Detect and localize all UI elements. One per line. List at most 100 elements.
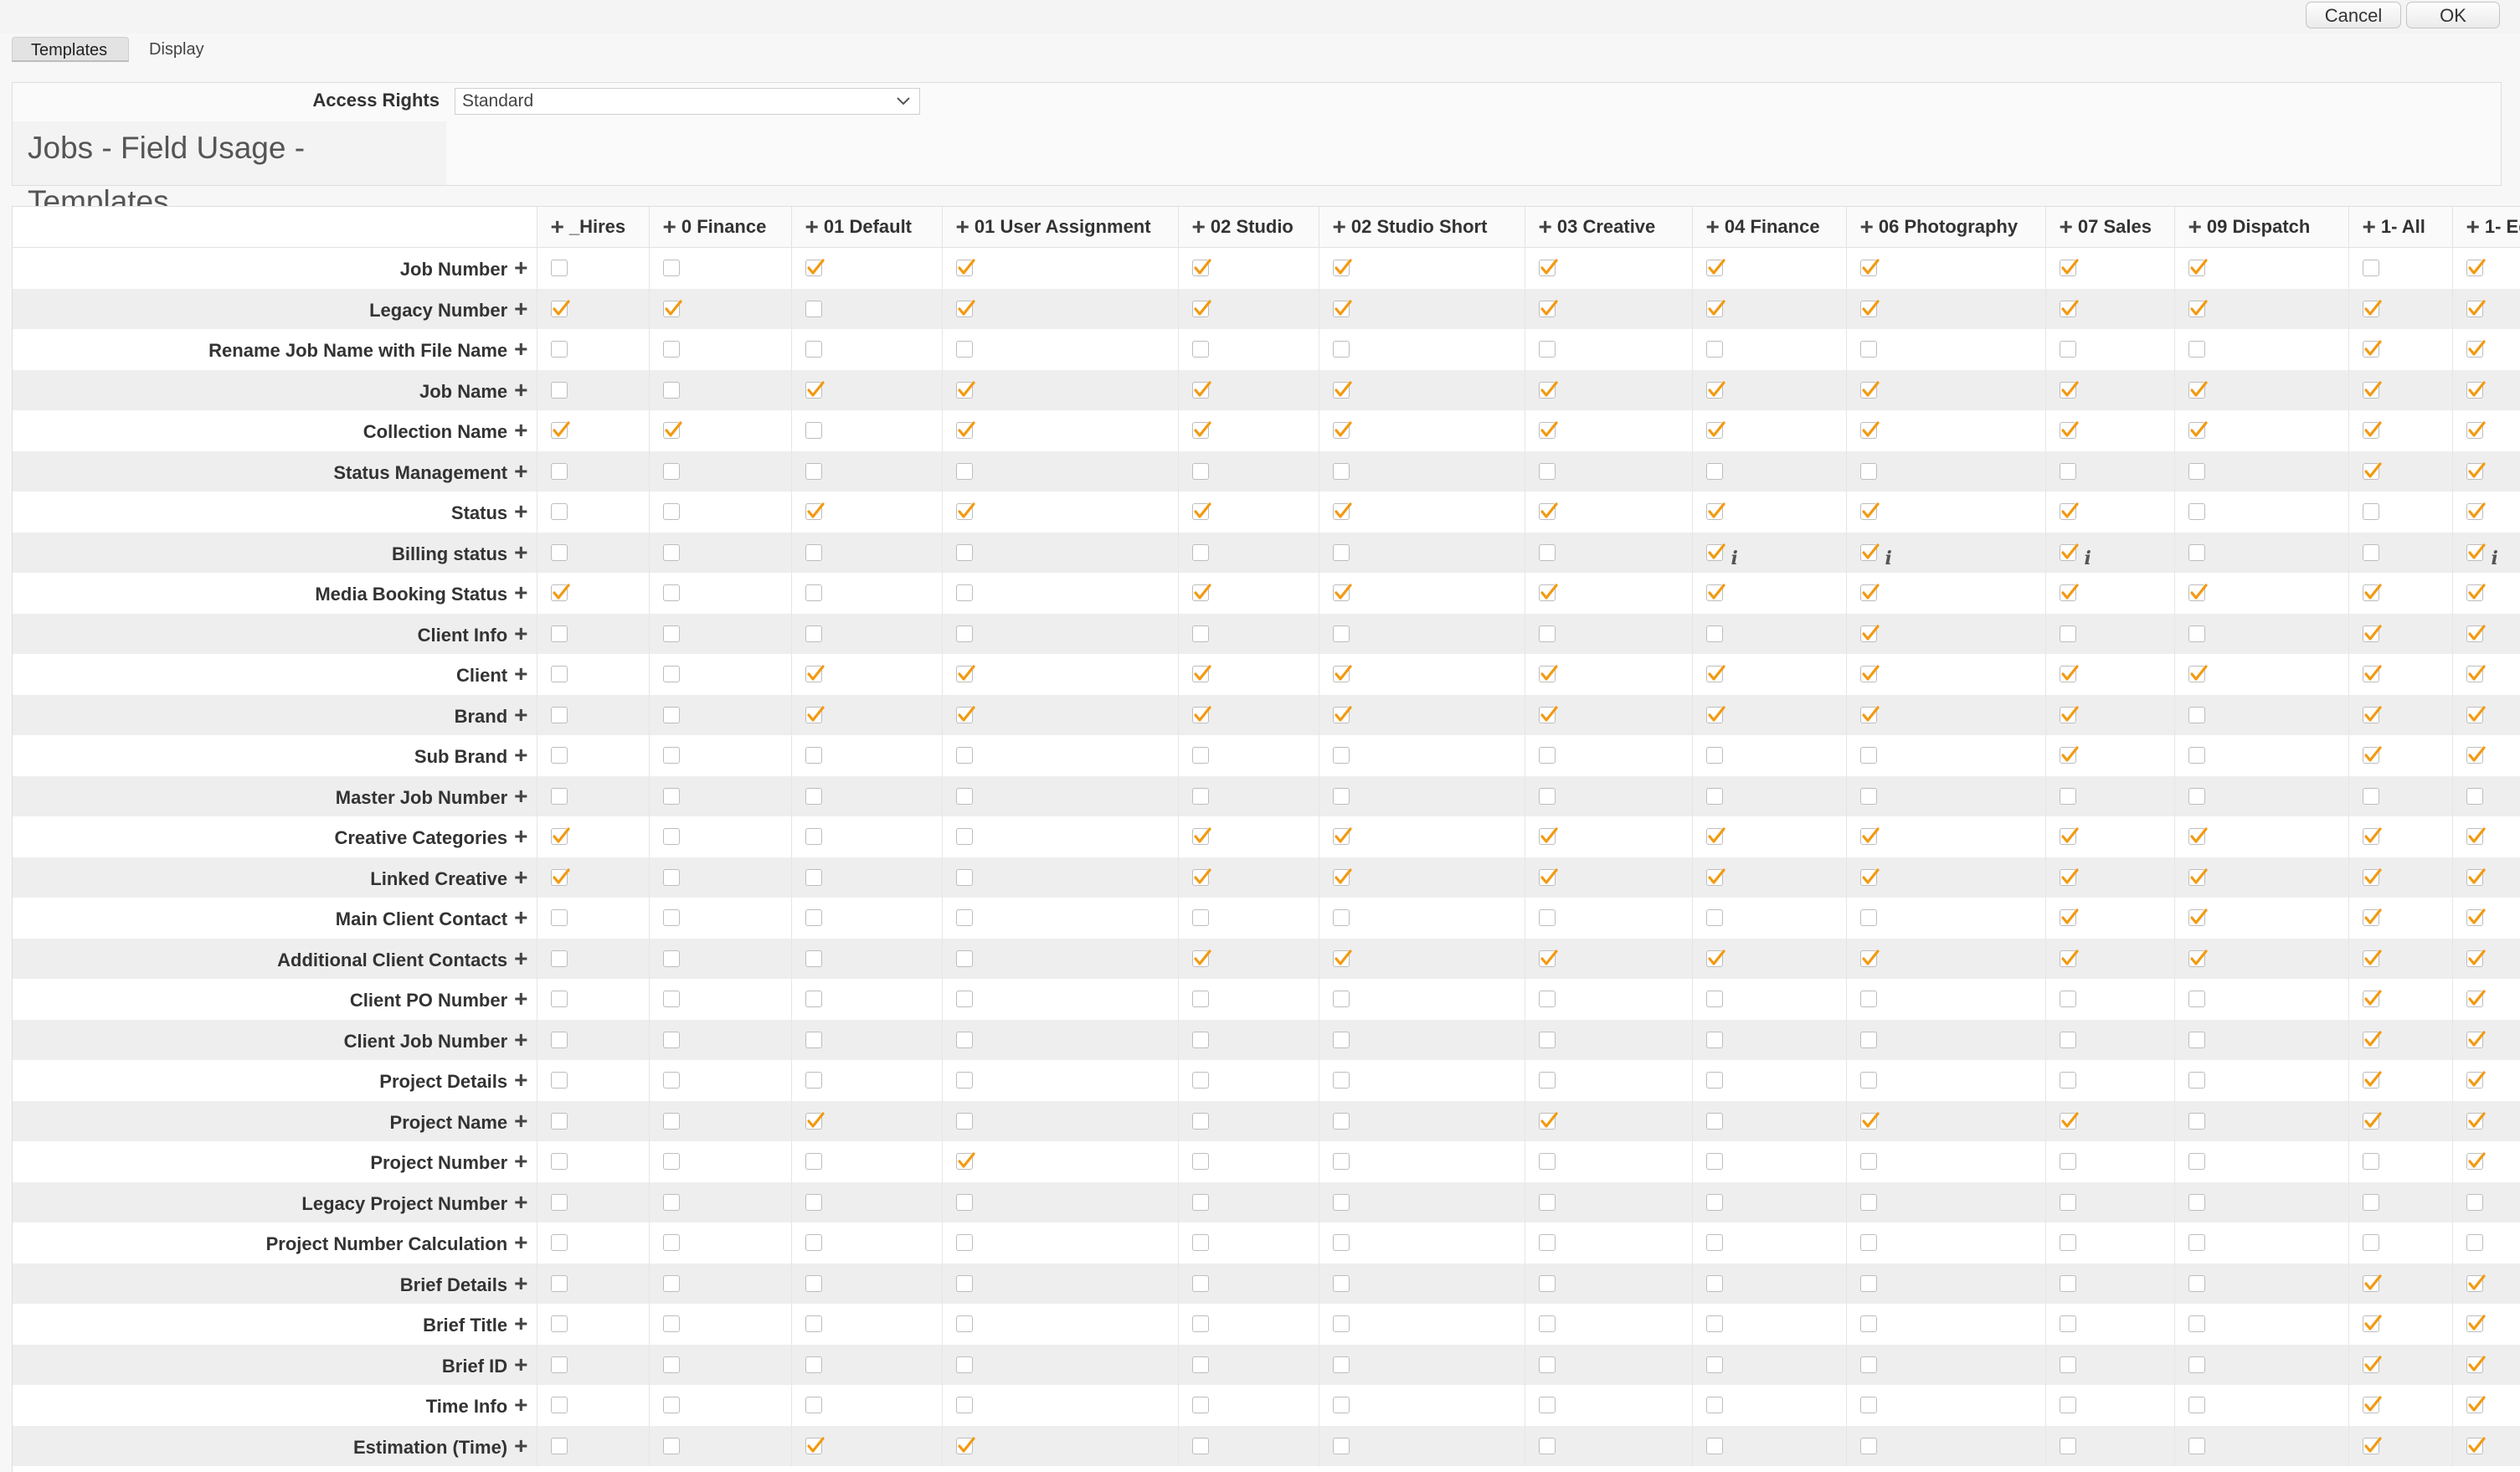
checkbox-unchecked[interactable] <box>1705 909 1723 927</box>
checkbox-checked[interactable] <box>2362 1315 2382 1333</box>
checkbox-unchecked[interactable] <box>1859 1274 1877 1292</box>
checkbox-checked[interactable] <box>2466 950 2486 967</box>
checkbox-checked[interactable] <box>1332 827 1352 846</box>
expand-plus-icon[interactable]: + <box>514 1229 527 1255</box>
checkbox-unchecked[interactable] <box>1705 1315 1723 1333</box>
checkbox-unchecked[interactable] <box>1332 1072 1350 1089</box>
checkbox-checked[interactable] <box>1538 868 1558 886</box>
column-header[interactable]: + _Hires <box>537 207 650 248</box>
checkbox-unchecked[interactable] <box>1191 1234 1209 1252</box>
checkbox-checked[interactable] <box>2188 908 2208 927</box>
checkbox-checked[interactable] <box>805 381 825 399</box>
checkbox-checked[interactable] <box>2466 1274 2486 1292</box>
checkbox-unchecked[interactable] <box>1538 1031 1556 1048</box>
checkbox-checked[interactable] <box>1191 259 1211 277</box>
checkbox-checked[interactable] <box>1705 950 1725 967</box>
checkbox-checked[interactable] <box>1191 300 1211 317</box>
checkbox-checked[interactable] <box>1859 950 1880 967</box>
checkbox-unchecked[interactable] <box>1332 625 1350 642</box>
checkbox-unchecked[interactable] <box>662 950 680 967</box>
checkbox-checked[interactable] <box>2188 950 2208 967</box>
checkbox-checked[interactable] <box>1859 259 1880 277</box>
checkbox-unchecked[interactable] <box>1538 1437 1556 1454</box>
checkbox-checked[interactable] <box>2362 908 2382 927</box>
checkbox-unchecked[interactable] <box>805 1072 822 1089</box>
checkbox-checked[interactable] <box>2362 706 2382 723</box>
checkbox-checked[interactable] <box>1191 381 1211 399</box>
checkbox-unchecked[interactable] <box>1705 1072 1723 1089</box>
checkbox-unchecked[interactable] <box>2362 260 2379 277</box>
checkbox-unchecked[interactable] <box>1191 1315 1209 1333</box>
checkbox-checked[interactable] <box>2466 706 2486 723</box>
checkbox-checked[interactable] <box>1859 827 1880 846</box>
checkbox-checked[interactable] <box>2059 1112 2079 1130</box>
expand-plus-icon[interactable]: + <box>514 1270 527 1296</box>
checkbox-unchecked[interactable] <box>955 584 973 602</box>
checkbox-unchecked[interactable] <box>1332 543 1350 561</box>
checkbox-unchecked[interactable] <box>1191 341 1209 358</box>
checkbox-unchecked[interactable] <box>1191 462 1209 480</box>
checkbox-checked[interactable] <box>2466 340 2486 358</box>
checkbox-unchecked[interactable] <box>1538 909 1556 927</box>
checkbox-checked[interactable] <box>955 502 975 521</box>
checkbox-unchecked[interactable] <box>550 1356 568 1373</box>
checkbox-unchecked[interactable] <box>955 828 973 846</box>
column-header[interactable]: +01 User Assignment <box>942 207 1179 248</box>
checkbox-checked[interactable] <box>1191 706 1211 723</box>
expand-plus-icon[interactable]: + <box>551 214 564 239</box>
checkbox-unchecked[interactable] <box>550 341 568 358</box>
checkbox-checked[interactable] <box>955 1152 975 1171</box>
expand-plus-icon[interactable]: + <box>514 702 527 728</box>
checkbox-unchecked[interactable] <box>550 1072 568 1089</box>
checkbox-unchecked[interactable] <box>955 625 973 642</box>
checkbox-unchecked[interactable] <box>550 950 568 967</box>
checkbox-unchecked[interactable] <box>1191 1193 1209 1211</box>
checkbox-unchecked[interactable] <box>955 341 973 358</box>
checkbox-unchecked[interactable] <box>2059 625 2076 642</box>
checkbox-unchecked[interactable] <box>2362 1234 2379 1252</box>
checkbox-unchecked[interactable] <box>662 341 680 358</box>
checkbox-unchecked[interactable] <box>1859 787 1877 805</box>
checkbox-unchecked[interactable] <box>2188 1193 2205 1211</box>
checkbox-unchecked[interactable] <box>662 1356 680 1373</box>
expand-plus-icon[interactable]: + <box>514 742 527 768</box>
checkbox-unchecked[interactable] <box>1538 1153 1556 1171</box>
checkbox-checked[interactable] <box>1859 300 1880 317</box>
checkbox-unchecked[interactable] <box>1705 1437 1723 1454</box>
checkbox-checked[interactable] <box>2466 990 2486 1008</box>
checkbox-checked[interactable] <box>1538 502 1558 521</box>
checkbox-unchecked[interactable] <box>550 991 568 1008</box>
checkbox-checked[interactable] <box>1859 665 1880 683</box>
checkbox-checked[interactable] <box>1191 665 1211 683</box>
checkbox-unchecked[interactable] <box>1538 1315 1556 1333</box>
checkbox-checked[interactable] <box>1191 868 1211 886</box>
checkbox-unchecked[interactable] <box>1859 1356 1877 1373</box>
checkbox-checked[interactable] <box>2362 381 2382 399</box>
checkbox-checked[interactable] <box>955 259 975 277</box>
checkbox-checked[interactable] <box>1538 1112 1558 1130</box>
checkbox-unchecked[interactable] <box>2362 787 2379 805</box>
checkbox-unchecked[interactable] <box>550 666 568 683</box>
checkbox-checked[interactable] <box>2362 1396 2382 1414</box>
checkbox-unchecked[interactable] <box>662 1153 680 1171</box>
checkbox-unchecked[interactable] <box>955 1031 973 1048</box>
checkbox-unchecked[interactable] <box>1332 1274 1350 1292</box>
expand-plus-icon[interactable]: + <box>514 986 527 1011</box>
checkbox-checked[interactable] <box>2188 381 2208 399</box>
tab-display[interactable]: Display <box>131 37 231 62</box>
checkbox-checked[interactable] <box>2466 259 2486 277</box>
checkbox-checked[interactable] <box>1191 584 1211 602</box>
checkbox-unchecked[interactable] <box>955 950 973 967</box>
expand-plus-icon[interactable]: + <box>514 1433 527 1459</box>
expand-plus-icon[interactable]: + <box>514 336 527 362</box>
checkbox-unchecked[interactable] <box>550 503 568 521</box>
checkbox-unchecked[interactable] <box>1859 1315 1877 1333</box>
checkbox-checked[interactable] <box>2362 950 2382 967</box>
checkbox-unchecked[interactable] <box>550 1112 568 1130</box>
checkbox-checked[interactable] <box>2466 543 2486 561</box>
checkbox-checked[interactable] <box>955 300 975 317</box>
checkbox-unchecked[interactable] <box>1332 462 1350 480</box>
checkbox-unchecked[interactable] <box>805 1397 822 1414</box>
checkbox-unchecked[interactable] <box>1859 909 1877 927</box>
expand-plus-icon[interactable]: + <box>514 1027 527 1053</box>
